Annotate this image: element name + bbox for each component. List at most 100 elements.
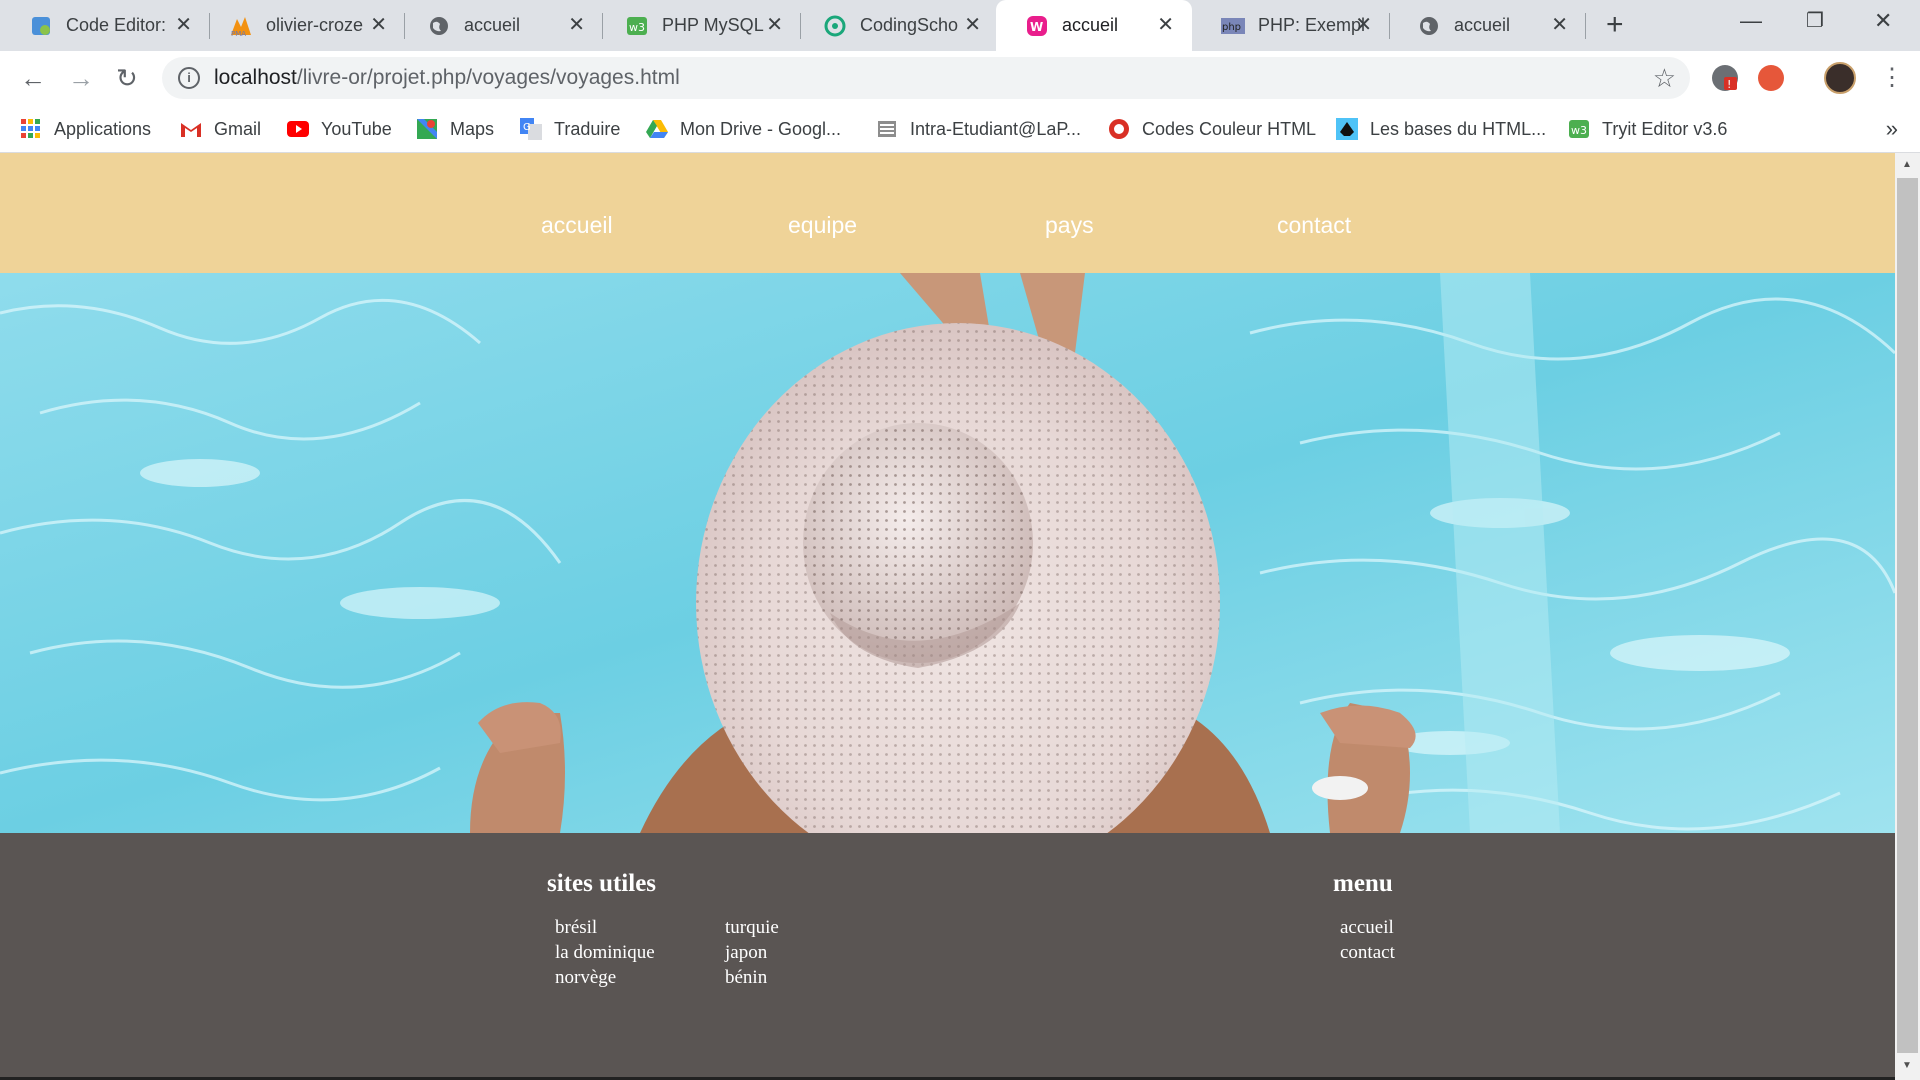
html-basics-icon bbox=[1336, 118, 1358, 140]
w3schools-icon: w3 bbox=[625, 14, 649, 38]
svg-text:PMA: PMA bbox=[231, 30, 246, 37]
close-icon[interactable]: ✕ bbox=[1551, 13, 1568, 37]
footer-link[interactable]: norvège bbox=[555, 965, 616, 990]
color-codes-icon bbox=[1108, 118, 1130, 140]
tab-title: PHP: Exempl bbox=[1258, 15, 1366, 35]
tab[interactable]: accueil ✕ bbox=[1388, 0, 1586, 51]
nav-link-accueil[interactable]: accueil bbox=[541, 211, 613, 239]
web-page: accueil equipe pays contact sites utiles… bbox=[0, 153, 1895, 1080]
nav-link-equipe[interactable]: equipe bbox=[788, 211, 857, 239]
site-footer: sites utiles brésil la dominique norvège… bbox=[0, 833, 1895, 1080]
url-text[interactable]: localhost/livre-or/projet.php/voyages/vo… bbox=[214, 66, 680, 90]
globe-icon bbox=[427, 14, 451, 38]
tab-strip: Code Editor: ✕ PMA olivier-croze ✕ accue… bbox=[0, 0, 1920, 51]
scroll-up-icon[interactable]: ▲ bbox=[1902, 159, 1912, 170]
gmail-icon bbox=[180, 118, 202, 140]
close-icon[interactable]: ✕ bbox=[766, 13, 783, 37]
translate-icon: G bbox=[520, 118, 542, 140]
extension-icon[interactable]: ! bbox=[1712, 65, 1738, 91]
tab[interactable]: PMA olivier-croze ✕ bbox=[200, 0, 405, 51]
menu-kebab-icon[interactable]: ⋮ bbox=[1880, 63, 1904, 93]
tab-title: accueil bbox=[464, 15, 521, 35]
scroll-down-icon[interactable]: ▼ bbox=[1902, 1060, 1912, 1071]
tab-title: Code Editor: bbox=[66, 15, 167, 35]
tab-title: accueil bbox=[1062, 15, 1119, 35]
w3schools-icon: w3 bbox=[1568, 118, 1590, 140]
tab[interactable]: w3 PHP MySQL ✕ bbox=[596, 0, 801, 51]
svg-text:w3: w3 bbox=[1571, 124, 1587, 137]
nav-link-contact[interactable]: contact bbox=[1277, 211, 1351, 239]
close-icon[interactable]: ✕ bbox=[175, 13, 192, 37]
svg-text:W: W bbox=[1030, 20, 1043, 34]
close-icon[interactable]: ✕ bbox=[568, 13, 585, 37]
minimize-icon[interactable]: — bbox=[1740, 8, 1762, 34]
bookmark-item[interactable]: Mon Drive - Googl... bbox=[646, 114, 841, 144]
bookmark-item[interactable]: YouTube bbox=[287, 114, 392, 144]
back-icon[interactable]: ← bbox=[20, 63, 46, 93]
svg-text:w3: w3 bbox=[629, 21, 645, 34]
tab-active[interactable]: W accueil ✕ bbox=[996, 0, 1192, 51]
scrollbar-thumb[interactable] bbox=[1897, 178, 1918, 1053]
php-icon: php bbox=[1221, 14, 1245, 38]
bookmark-item[interactable]: Applications bbox=[20, 114, 151, 144]
footer-menu-link[interactable]: contact bbox=[1340, 940, 1395, 965]
svg-text:G: G bbox=[523, 122, 531, 133]
close-icon[interactable]: ✕ bbox=[1157, 13, 1174, 37]
tab-title: olivier-croze bbox=[266, 15, 364, 35]
footer-link[interactable]: bénin bbox=[725, 965, 767, 990]
nav-link-pays[interactable]: pays bbox=[1045, 211, 1094, 239]
youtube-icon bbox=[287, 118, 309, 140]
intranet-icon bbox=[876, 118, 898, 140]
tab-title: accueil bbox=[1454, 15, 1511, 35]
browser-toolbar: ← → ↻ i localhost/livre-or/projet.php/vo… bbox=[0, 51, 1920, 105]
bookmark-star-icon[interactable]: ☆ bbox=[1653, 63, 1676, 94]
drive-icon bbox=[646, 118, 668, 140]
bookmark-item[interactable]: Maps bbox=[416, 114, 494, 144]
footer-menu-link[interactable]: accueil bbox=[1340, 915, 1394, 940]
footer-menu-title: menu bbox=[1333, 870, 1393, 897]
info-icon[interactable]: i bbox=[178, 67, 200, 89]
address-bar[interactable]: i localhost/livre-or/projet.php/voyages/… bbox=[162, 57, 1690, 99]
footer-sites-title: sites utiles bbox=[547, 870, 657, 897]
close-icon[interactable]: ✕ bbox=[964, 13, 981, 37]
tab[interactable]: CodingScho ✕ bbox=[794, 0, 999, 51]
svg-text:!: ! bbox=[1727, 78, 1731, 91]
globe-icon bbox=[1417, 14, 1441, 38]
more-bookmarks-icon[interactable]: » bbox=[1886, 116, 1898, 142]
bookmark-item[interactable]: Les bases du HTML... bbox=[1336, 114, 1546, 144]
close-icon[interactable]: ✕ bbox=[1355, 13, 1372, 37]
tab-title: PHP MySQL bbox=[662, 15, 764, 35]
footer-link[interactable]: japon bbox=[725, 940, 767, 965]
avatar[interactable] bbox=[1824, 62, 1856, 94]
page-scrollbar[interactable]: ▲ ▼ bbox=[1895, 153, 1920, 1080]
svg-text:php: php bbox=[1222, 22, 1241, 33]
bookmark-item[interactable]: G Traduire bbox=[520, 114, 620, 144]
tab[interactable]: accueil ✕ bbox=[398, 0, 603, 51]
footer-link[interactable]: turquie bbox=[725, 915, 779, 940]
phpmyadmin-icon: PMA bbox=[229, 14, 253, 38]
reload-icon[interactable]: ↻ bbox=[116, 63, 138, 93]
new-tab-button[interactable]: + bbox=[1606, 10, 1624, 40]
tab[interactable]: Code Editor: ✕ bbox=[0, 0, 210, 51]
w-logo-icon: W bbox=[1025, 14, 1049, 38]
tab-title: CodingScho bbox=[860, 15, 959, 35]
extension-santa-icon[interactable] bbox=[1758, 65, 1784, 91]
tab[interactable]: php PHP: Exempl ✕ bbox=[1192, 0, 1390, 51]
bookmark-item[interactable]: w3 Tryit Editor v3.6 bbox=[1568, 114, 1727, 144]
window-close-icon[interactable]: ✕ bbox=[1874, 8, 1892, 34]
hero-image bbox=[0, 273, 1895, 833]
restore-icon[interactable]: ❐ bbox=[1806, 8, 1824, 33]
site-nav: accueil equipe pays contact bbox=[0, 153, 1895, 273]
close-icon[interactable]: ✕ bbox=[370, 13, 387, 37]
bookmark-item[interactable]: Gmail bbox=[180, 114, 261, 144]
footer-link[interactable]: brésil bbox=[555, 915, 597, 940]
bookmark-item[interactable]: Codes Couleur HTML bbox=[1108, 114, 1316, 144]
bookmarks-bar: Applications Gmail YouTube Maps G Tradui… bbox=[0, 105, 1920, 153]
forward-icon[interactable]: → bbox=[68, 63, 94, 93]
apps-grid-icon bbox=[20, 118, 42, 140]
codingschool-icon bbox=[823, 14, 847, 38]
bookmark-item[interactable]: Intra-Etudiant@LaP... bbox=[876, 114, 1081, 144]
footer-link[interactable]: la dominique bbox=[555, 940, 655, 965]
code-editor-icon bbox=[29, 14, 53, 38]
maps-icon bbox=[416, 118, 438, 140]
